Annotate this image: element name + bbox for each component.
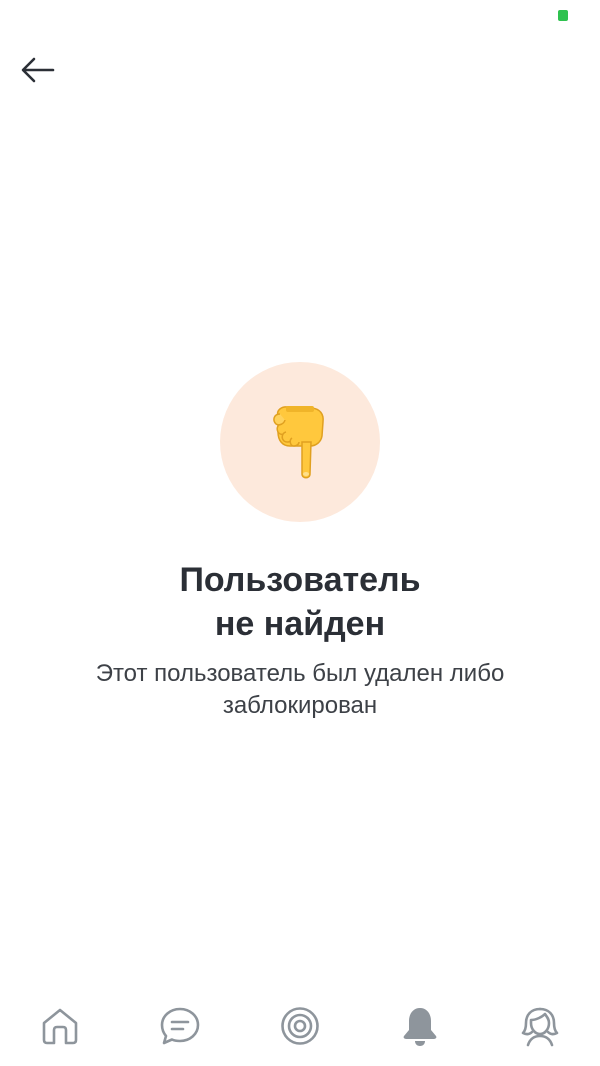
- battery-indicator: [558, 10, 568, 21]
- bell-icon: [403, 1008, 437, 1046]
- tab-notifications[interactable]: [360, 986, 480, 1066]
- tab-discover[interactable]: [240, 986, 360, 1066]
- page-subtitle: Этот пользователь был удален либо заблок…: [0, 658, 600, 722]
- profile-icon: [521, 1007, 559, 1047]
- page-title: Пользователь не найден: [0, 558, 600, 646]
- tab-home[interactable]: [0, 986, 120, 1066]
- subtitle-line-1: Этот пользователь был удален либо: [95, 660, 505, 687]
- chat-icon: [160, 1007, 200, 1045]
- target-icon: [281, 1007, 319, 1045]
- title-line-1: Пользователь: [179, 561, 421, 599]
- title-line-2: не найден: [214, 605, 386, 643]
- screen: Пользователь не найден Этот пользователь…: [0, 0, 600, 1066]
- arrow-left-icon: [21, 57, 55, 83]
- status-bar: [0, 0, 600, 30]
- tab-profile[interactable]: [480, 986, 600, 1066]
- tab-chats[interactable]: [120, 986, 240, 1066]
- emoji-circle: [220, 362, 380, 522]
- subtitle-line-2: заблокирован: [222, 692, 378, 719]
- backhand-index-pointing-down-icon: [273, 406, 324, 479]
- empty-state: Пользователь не найден Этот пользователь…: [0, 362, 600, 722]
- back-button[interactable]: [18, 52, 58, 88]
- home-icon: [42, 1008, 78, 1045]
- tab-bar: [0, 986, 600, 1066]
